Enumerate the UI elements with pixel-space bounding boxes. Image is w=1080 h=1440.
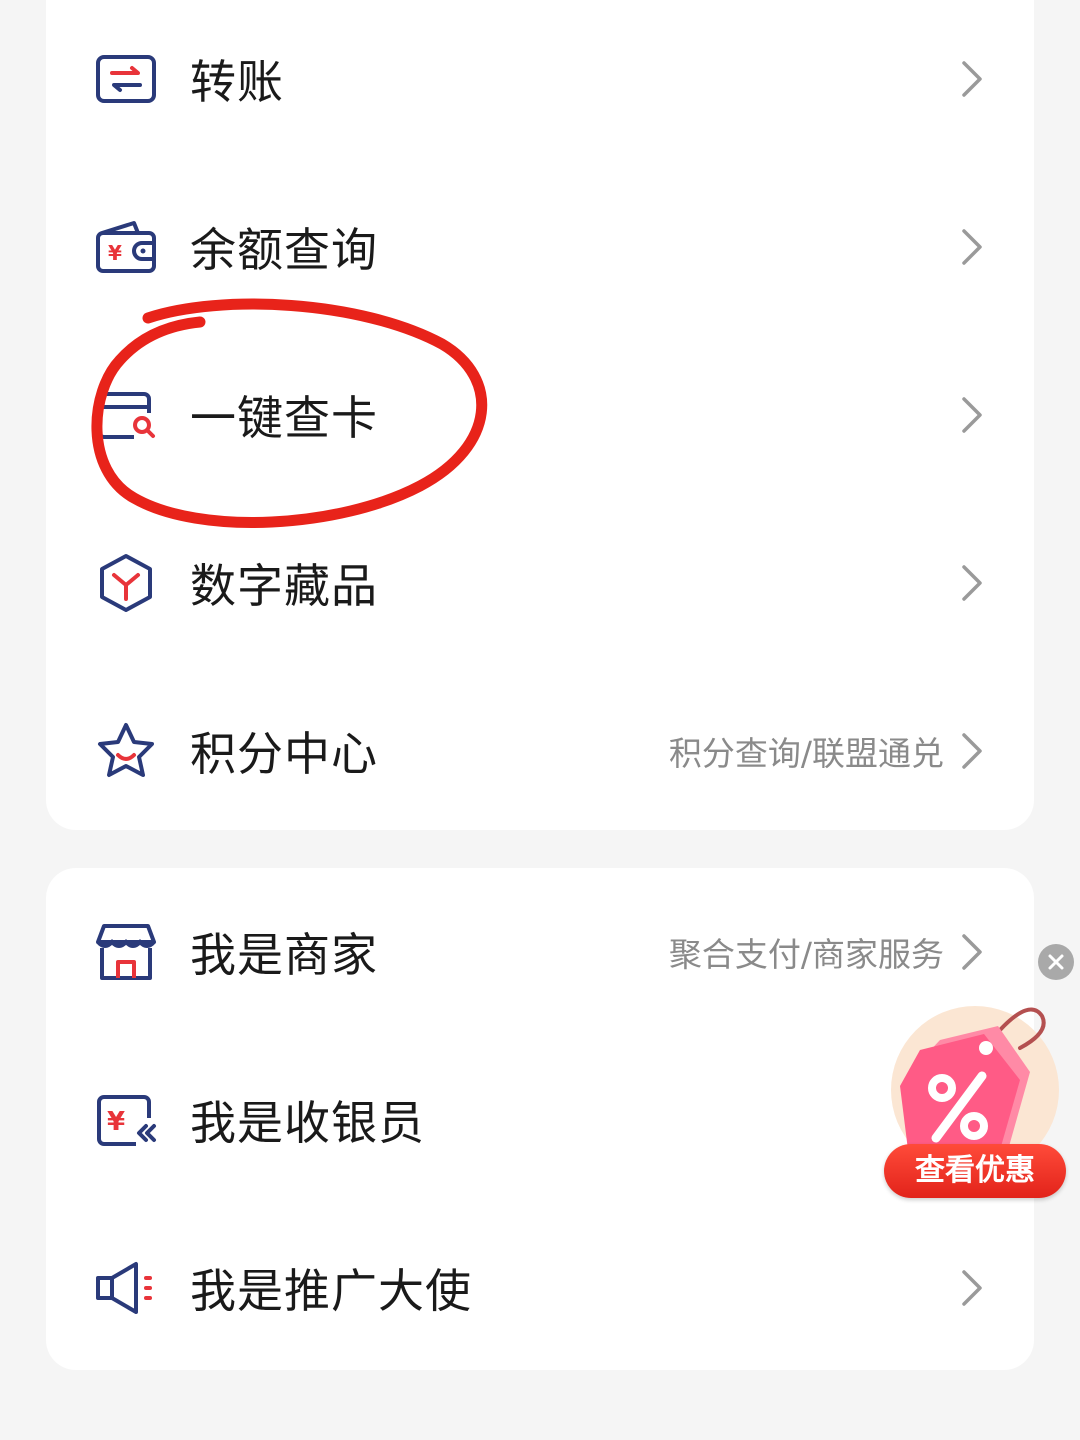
menu-item-card-lookup[interactable]: 一键查卡: [46, 331, 1034, 499]
menu-card-primary: 转账 ¥ 余额查询 一键查卡 数字藏品 积分中心 积分查询/联盟通兑: [46, 0, 1034, 830]
chevron-right-icon: [960, 59, 984, 99]
menu-item-label: 我是收银员: [190, 1096, 425, 1150]
menu-item-points-center[interactable]: 积分中心 积分查询/联盟通兑: [46, 667, 1034, 835]
chevron-right-icon: [960, 227, 984, 267]
card-search-icon: [94, 383, 158, 447]
chevron-right-icon: [960, 731, 984, 771]
menu-item-subtitle: 聚合支付/商家服务: [668, 935, 944, 974]
menu-item-promoter[interactable]: 我是推广大使: [46, 1204, 1034, 1372]
menu-item-label: 一键查卡: [190, 391, 378, 445]
megaphone-icon: [94, 1256, 158, 1320]
wallet-icon: ¥: [94, 215, 158, 279]
chevron-right-icon: [960, 395, 984, 435]
cashier-icon: ¥: [94, 1088, 158, 1152]
page: 转账 ¥ 余额查询 一键查卡 数字藏品 积分中心 积分查询/联盟通兑 我是商家 …: [0, 0, 1080, 1440]
promo-floating-badge[interactable]: 查看优惠: [880, 1000, 1070, 1200]
menu-item-label: 我是商家: [190, 928, 378, 982]
cube-icon: [94, 551, 158, 615]
chevron-right-icon: [960, 563, 984, 603]
star-icon: [94, 719, 158, 783]
menu-item-label: 我是推广大使: [190, 1264, 472, 1318]
menu-item-transfer[interactable]: 转账: [46, 0, 1034, 163]
menu-item-digital-collectibles[interactable]: 数字藏品: [46, 499, 1034, 667]
close-icon: [1048, 954, 1064, 970]
store-icon: [94, 920, 158, 984]
menu-item-label: 余额查询: [190, 223, 378, 277]
menu-item-balance[interactable]: ¥ 余额查询: [46, 163, 1034, 331]
menu-item-label: 转账: [190, 55, 284, 109]
svg-text:¥: ¥: [108, 241, 122, 265]
chevron-right-icon: [960, 1268, 984, 1308]
promo-close-button[interactable]: [1038, 944, 1074, 980]
menu-item-label: 数字藏品: [190, 559, 378, 613]
menu-item-label: 积分中心: [190, 727, 378, 781]
transfer-icon: [94, 47, 158, 111]
discount-tag-icon: [891, 1006, 1059, 1160]
menu-item-subtitle: 积分查询/联盟通兑: [668, 734, 944, 773]
promo-label: 查看优惠: [884, 1144, 1066, 1198]
chevron-right-icon: [960, 932, 984, 972]
svg-text:¥: ¥: [107, 1107, 125, 1137]
